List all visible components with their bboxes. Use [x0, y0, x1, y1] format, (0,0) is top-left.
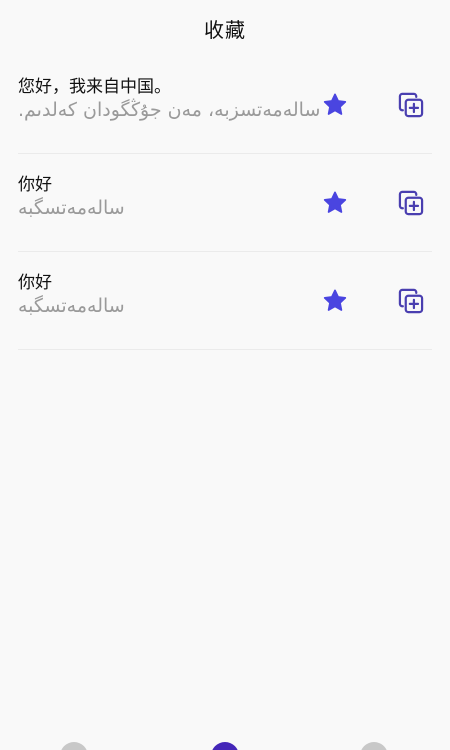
star-icon — [323, 191, 347, 213]
nav-tab-right[interactable] — [360, 742, 388, 750]
chinese-text: 你好 — [18, 175, 52, 195]
favorite-star-button[interactable] — [318, 284, 352, 318]
copy-add-icon — [398, 288, 424, 314]
favorites-screen: 收藏 您好，我来自中国。 سالەمەتسزبە، مەن جۇڭگودان ك… — [0, 0, 450, 750]
bottom-nav — [0, 742, 450, 750]
header: 收藏 — [0, 0, 450, 56]
page-title: 收藏 — [204, 17, 246, 42]
nav-tab-left[interactable] — [60, 742, 88, 750]
phrase-text: 您好，我来自中国。 سالەمەتسزبە، مەن جۇڭگودان كەلد… — [18, 76, 362, 122]
chinese-text: 您好，我来自中国。 — [18, 77, 171, 97]
uyghur-text: سالەمەتسگبە — [18, 197, 125, 219]
favorite-star-button[interactable] — [318, 88, 352, 122]
phrase-text: 你好 سالەمەتسگبە — [18, 272, 362, 318]
copy-button[interactable] — [394, 88, 428, 122]
star-icon — [323, 289, 347, 311]
copy-add-icon — [398, 92, 424, 118]
nav-tab-center[interactable] — [211, 742, 239, 750]
star-icon — [323, 93, 347, 115]
phrase-text: 你好 سالەمەتسگبە — [18, 174, 362, 220]
copy-button[interactable] — [394, 284, 428, 318]
list-item[interactable]: 你好 سالەمەتسگبە — [18, 252, 432, 350]
chinese-text: 你好 — [18, 273, 52, 293]
favorites-list: 您好，我来自中国。 سالەمەتسزبە، مەن جۇڭگودان كەلد… — [0, 56, 450, 350]
uyghur-text: سالەمەتسگبە — [18, 295, 125, 317]
uyghur-text: سالەمەتسزبە، مەن جۇڭگودان كەلدىم. — [18, 99, 321, 121]
list-item[interactable]: 您好，我来自中国。 سالەمەتسزبە، مەن جۇڭگودان كەلد… — [18, 56, 432, 154]
copy-add-icon — [398, 190, 424, 216]
list-item[interactable]: 你好 سالەمەتسگبە — [18, 154, 432, 252]
favorite-star-button[interactable] — [318, 186, 352, 220]
copy-button[interactable] — [394, 186, 428, 220]
